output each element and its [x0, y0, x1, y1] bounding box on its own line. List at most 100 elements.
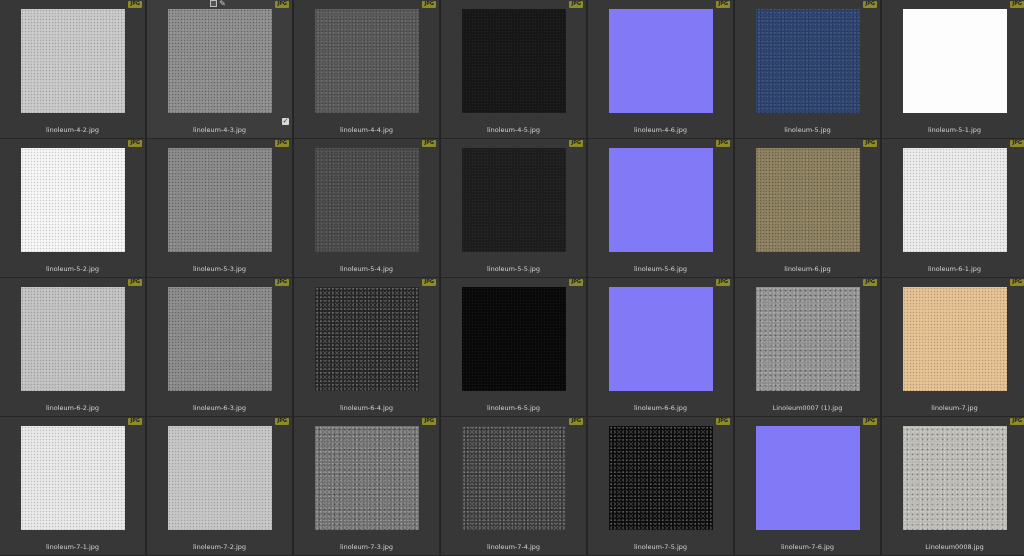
texture-noise-overlay: [903, 148, 1007, 252]
texture-preview-image[interactable]: [609, 287, 713, 391]
file-name-label: linoleum-7.jpg: [931, 404, 978, 412]
file-type-badge: JPG: [128, 1, 142, 8]
file-type-badge: JPG: [569, 418, 583, 425]
file-name-label: linoleum-4-4.jpg: [339, 126, 394, 134]
thumbnail-card[interactable]: JPG linoleum-7.jpg: [882, 278, 1024, 417]
thumbnail-card[interactable]: JPG linoleum-4-3.jpg ✎ ✓: [147, 0, 293, 139]
texture-noise-overlay: [315, 426, 419, 530]
texture-noise-overlay: [609, 148, 713, 252]
thumbnail-card[interactable]: JPG linoleum-5-6.jpg: [588, 139, 734, 278]
texture-noise-overlay: [609, 426, 713, 530]
texture-noise-overlay: [21, 148, 125, 252]
texture-noise-overlay: [462, 426, 566, 530]
pencil-icon[interactable]: ✎: [219, 0, 226, 8]
texture-preview-image[interactable]: [315, 9, 419, 113]
texture-preview-image[interactable]: [903, 9, 1007, 113]
thumbnail-card[interactable]: JPG linoleum-6-6.jpg: [588, 278, 734, 417]
texture-preview-image[interactable]: [168, 426, 272, 530]
texture-preview-image[interactable]: [756, 148, 860, 252]
texture-preview-image[interactable]: [168, 287, 272, 391]
thumbnail-card[interactable]: JPG linoleum-4-5.jpg: [441, 0, 587, 139]
texture-noise-overlay: [756, 9, 860, 113]
texture-preview-image[interactable]: [462, 426, 566, 530]
file-name-label: Linoleum0007 (1).jpg: [772, 404, 843, 412]
thumbnail-card[interactable]: JPG linoleum-7-3.jpg: [294, 417, 440, 556]
thumbnail-card[interactable]: JPG linoleum-6-4.jpg: [294, 278, 440, 417]
thumbnail-card[interactable]: JPG linoleum-6.jpg: [735, 139, 881, 278]
texture-noise-overlay: [462, 9, 566, 113]
texture-preview-image[interactable]: [21, 287, 125, 391]
file-name-label: linoleum-7-5.jpg: [633, 543, 688, 551]
texture-preview-image[interactable]: [168, 9, 272, 113]
file-name-label: linoleum-7-6.jpg: [780, 543, 835, 551]
thumbnail-card[interactable]: JPG linoleum-5.jpg: [735, 0, 881, 139]
texture-preview-image[interactable]: [168, 148, 272, 252]
thumbnail-card[interactable]: JPG linoleum-5-2.jpg: [0, 139, 146, 278]
texture-preview-image[interactable]: [903, 287, 1007, 391]
thumbnail-card[interactable]: JPG linoleum-7-2.jpg: [147, 417, 293, 556]
file-name-label: linoleum-5.jpg: [784, 126, 831, 134]
texture-noise-overlay: [462, 287, 566, 391]
file-name-label: linoleum-6.jpg: [784, 265, 831, 273]
thumbnail-card[interactable]: JPG linoleum-7-4.jpg: [441, 417, 587, 556]
texture-preview-image[interactable]: [462, 9, 566, 113]
thumbnail-card[interactable]: JPG linoleum-5-5.jpg: [441, 139, 587, 278]
file-name-label: linoleum-6-4.jpg: [339, 404, 394, 412]
thumbnail-card[interactable]: JPG linoleum-6-2.jpg: [0, 278, 146, 417]
texture-preview-image[interactable]: [756, 9, 860, 113]
checkbox-square-icon[interactable]: [210, 0, 217, 7]
thumbnail-card[interactable]: JPG Linoleum0007 (1).jpg: [735, 278, 881, 417]
thumbnail-card[interactable]: JPG linoleum-4-6.jpg: [588, 0, 734, 139]
file-type-badge: JPG: [716, 279, 730, 286]
texture-preview-image[interactable]: [609, 9, 713, 113]
texture-preview-image[interactable]: [756, 287, 860, 391]
texture-preview-image[interactable]: [609, 148, 713, 252]
texture-noise-overlay: [168, 426, 272, 530]
file-name-label: linoleum-7-1.jpg: [45, 543, 100, 551]
checkmark-icon[interactable]: ✓: [282, 118, 289, 125]
thumbnail-card[interactable]: JPG linoleum-5-1.jpg: [882, 0, 1024, 139]
thumbnail-card[interactable]: JPG linoleum-6-3.jpg: [147, 278, 293, 417]
texture-noise-overlay: [609, 287, 713, 391]
texture-preview-image[interactable]: [315, 148, 419, 252]
texture-preview-image[interactable]: [756, 426, 860, 530]
texture-preview-image[interactable]: [21, 148, 125, 252]
texture-preview-image[interactable]: [21, 9, 125, 113]
texture-noise-overlay: [21, 287, 125, 391]
texture-noise-overlay: [756, 426, 860, 530]
file-type-badge: JPG: [1010, 140, 1024, 147]
texture-noise-overlay: [903, 287, 1007, 391]
texture-preview-image[interactable]: [903, 148, 1007, 252]
texture-preview-image[interactable]: [462, 287, 566, 391]
thumbnail-card[interactable]: JPG linoleum-5-4.jpg: [294, 139, 440, 278]
texture-preview-image[interactable]: [21, 426, 125, 530]
file-type-badge: JPG: [275, 140, 289, 147]
thumbnail-card[interactable]: JPG linoleum-7-6.jpg: [735, 417, 881, 556]
thumbnail-card[interactable]: JPG linoleum-4-2.jpg: [0, 0, 146, 139]
texture-noise-overlay: [168, 9, 272, 113]
texture-preview-image[interactable]: [462, 148, 566, 252]
texture-preview-image[interactable]: [903, 426, 1007, 530]
texture-preview-image[interactable]: [315, 426, 419, 530]
thumbnail-card[interactable]: JPG Linoleum0008.jpg: [882, 417, 1024, 556]
texture-preview-image[interactable]: [609, 426, 713, 530]
file-type-badge: JPG: [422, 279, 436, 286]
file-name-label: linoleum-6-5.jpg: [486, 404, 541, 412]
texture-preview-image[interactable]: [315, 287, 419, 391]
texture-noise-overlay: [315, 9, 419, 113]
file-type-badge: JPG: [569, 1, 583, 8]
file-name-label: linoleum-4-5.jpg: [486, 126, 541, 134]
file-type-badge: JPG: [716, 1, 730, 8]
thumbnail-card[interactable]: JPG linoleum-6-5.jpg: [441, 278, 587, 417]
texture-noise-overlay: [168, 148, 272, 252]
file-type-badge: JPG: [569, 279, 583, 286]
thumbnail-card[interactable]: JPG linoleum-7-5.jpg: [588, 417, 734, 556]
file-type-badge: JPG: [422, 1, 436, 8]
texture-noise-overlay: [903, 9, 1007, 113]
thumbnail-card[interactable]: JPG linoleum-4-4.jpg: [294, 0, 440, 139]
thumbnail-card[interactable]: JPG linoleum-7-1.jpg: [0, 417, 146, 556]
file-type-badge: JPG: [863, 418, 877, 425]
thumbnail-card[interactable]: JPG linoleum-6-1.jpg: [882, 139, 1024, 278]
file-name-label: linoleum-5-1.jpg: [927, 126, 982, 134]
thumbnail-card[interactable]: JPG linoleum-5-3.jpg: [147, 139, 293, 278]
